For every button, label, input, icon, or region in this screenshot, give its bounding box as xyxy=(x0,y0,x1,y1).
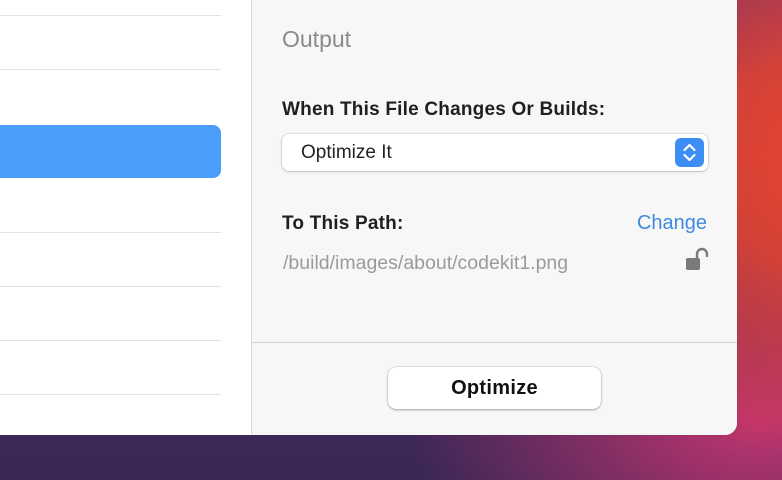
path-label: To This Path: xyxy=(282,213,404,234)
when-changes-label: When This File Changes Or Builds: xyxy=(282,99,606,120)
select-stepper[interactable] xyxy=(675,138,704,167)
file-list-sidebar xyxy=(0,0,252,435)
change-path-link[interactable]: Change xyxy=(637,212,707,235)
list-divider xyxy=(0,232,221,233)
panel-divider xyxy=(252,342,737,343)
list-divider xyxy=(0,340,221,341)
app-window: Output When This File Changes Or Builds:… xyxy=(0,0,737,435)
optimize-button[interactable]: Optimize xyxy=(388,367,601,409)
list-divider xyxy=(0,394,221,395)
section-title: Output xyxy=(282,26,352,52)
inspector-panel: Output When This File Changes Or Builds:… xyxy=(252,0,737,435)
select-value: Optimize It xyxy=(301,142,392,163)
list-divider xyxy=(0,286,221,287)
output-path: /build/images/about/codekit1.png xyxy=(283,252,569,274)
output-action-select[interactable]: Optimize It xyxy=(282,134,708,171)
list-divider xyxy=(0,15,221,16)
list-divider xyxy=(0,69,221,70)
chevron-up-down-icon xyxy=(683,143,696,162)
list-item-selected[interactable] xyxy=(0,125,221,178)
unlock-icon[interactable] xyxy=(684,247,710,273)
